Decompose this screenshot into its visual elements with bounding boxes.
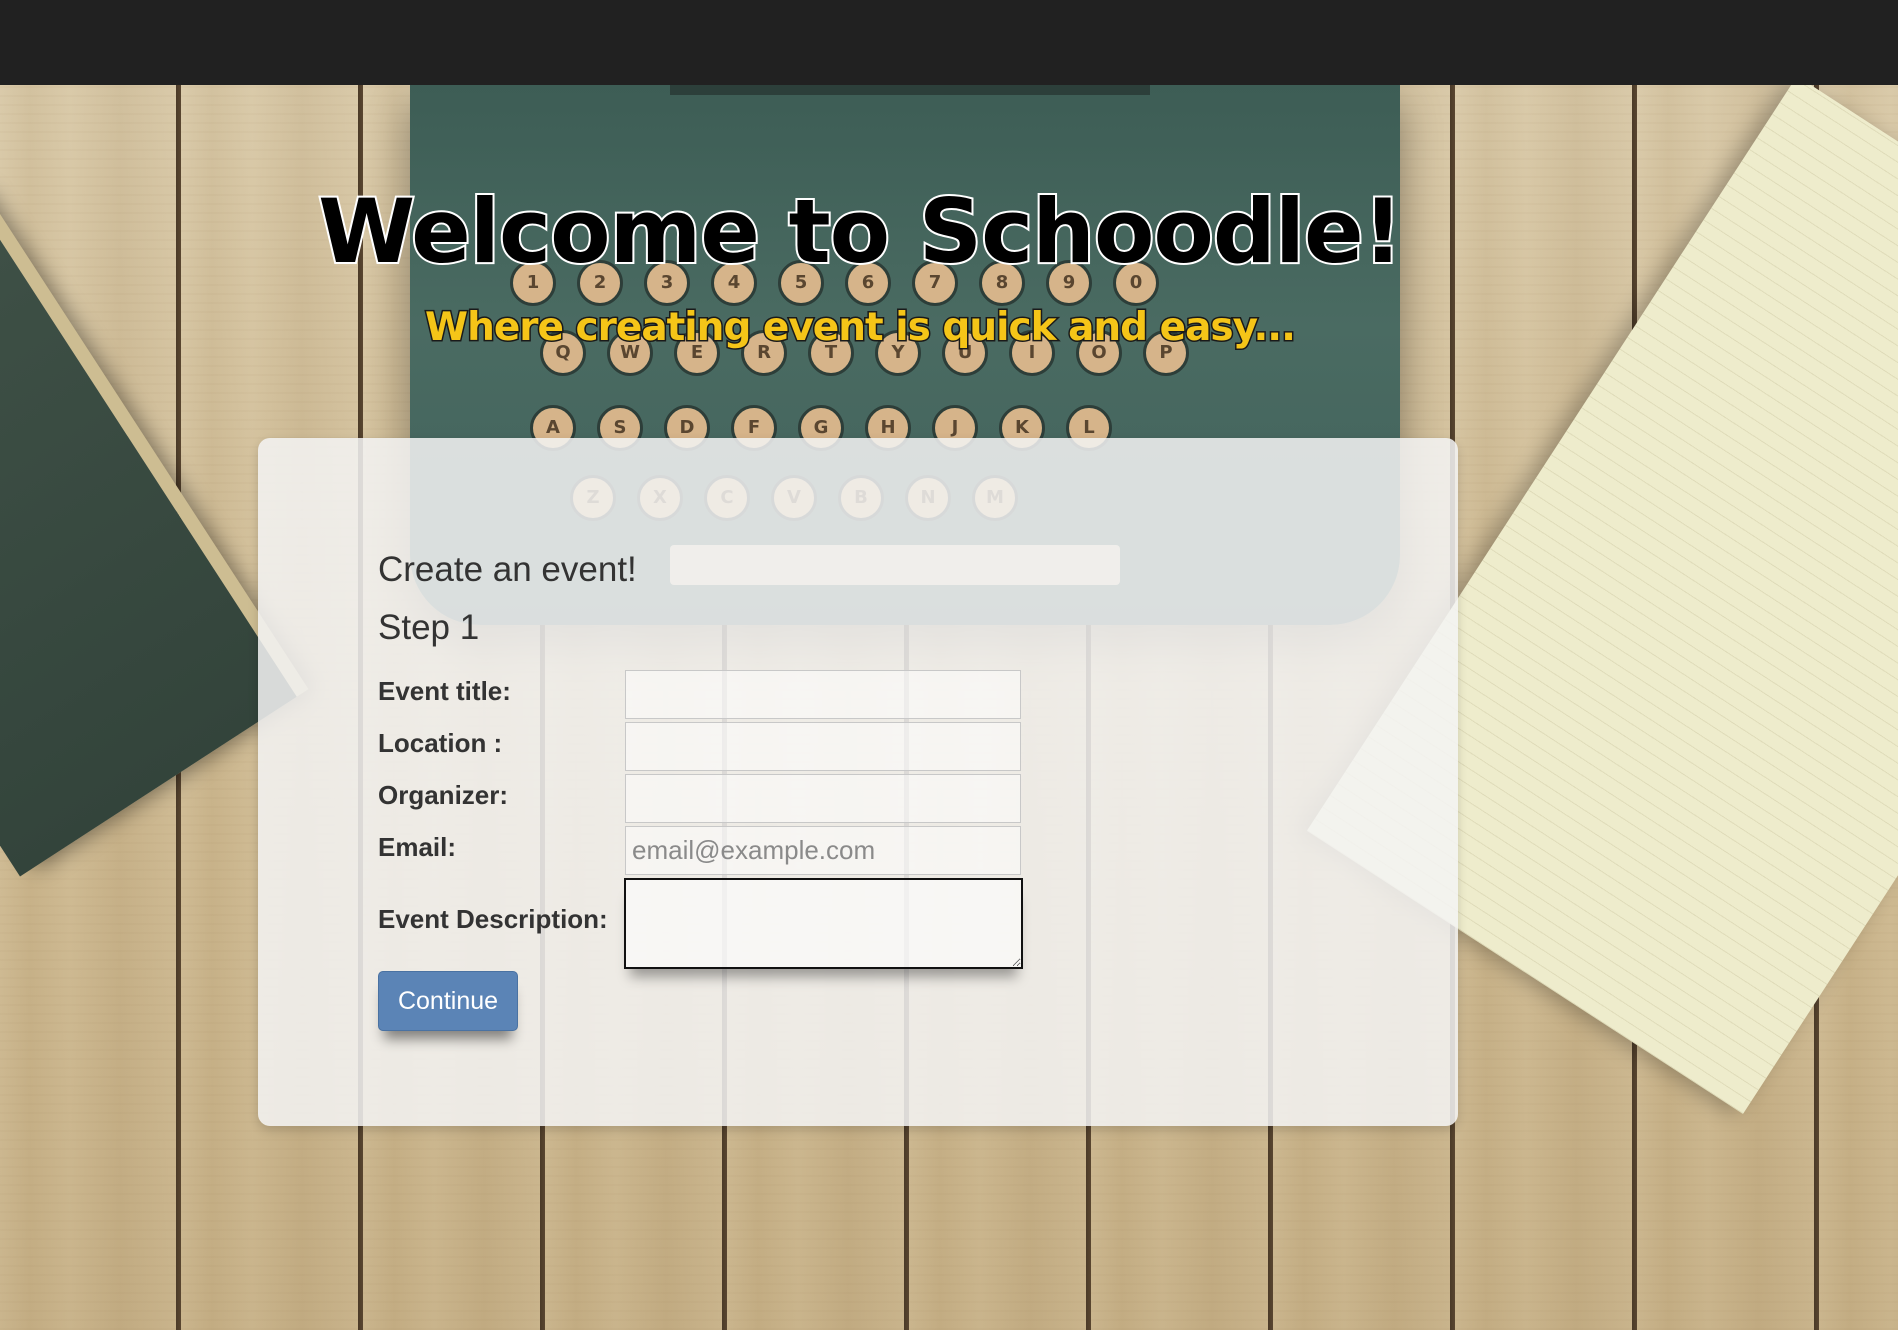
description-textarea[interactable]: [624, 878, 1023, 969]
location-input[interactable]: [625, 722, 1021, 771]
continue-button[interactable]: Continue: [378, 971, 518, 1031]
hero-subtitle: Where creating event is quick and easy..…: [424, 304, 1298, 352]
email-label: Email:: [378, 832, 457, 862]
typewriter-slot: [670, 85, 1150, 95]
event-title-input[interactable]: [625, 670, 1021, 719]
hero-title: Welcome to Schoodle!: [316, 178, 1405, 285]
location-label: Location :: [378, 728, 503, 758]
book-decoration: [0, 193, 297, 877]
organizer-label: Organizer:: [378, 780, 509, 810]
event-form-panel: Create an event! Step 1 Event title: Loc…: [258, 438, 1458, 1126]
event-title-label: Event title:: [378, 676, 511, 706]
email-input[interactable]: [625, 826, 1021, 875]
top-navbar: [0, 0, 1898, 85]
organizer-input[interactable]: [625, 774, 1021, 823]
form-step: Step 1: [378, 608, 480, 647]
description-label: Event Description:: [378, 904, 608, 934]
form-heading: Create an event!: [378, 550, 637, 589]
